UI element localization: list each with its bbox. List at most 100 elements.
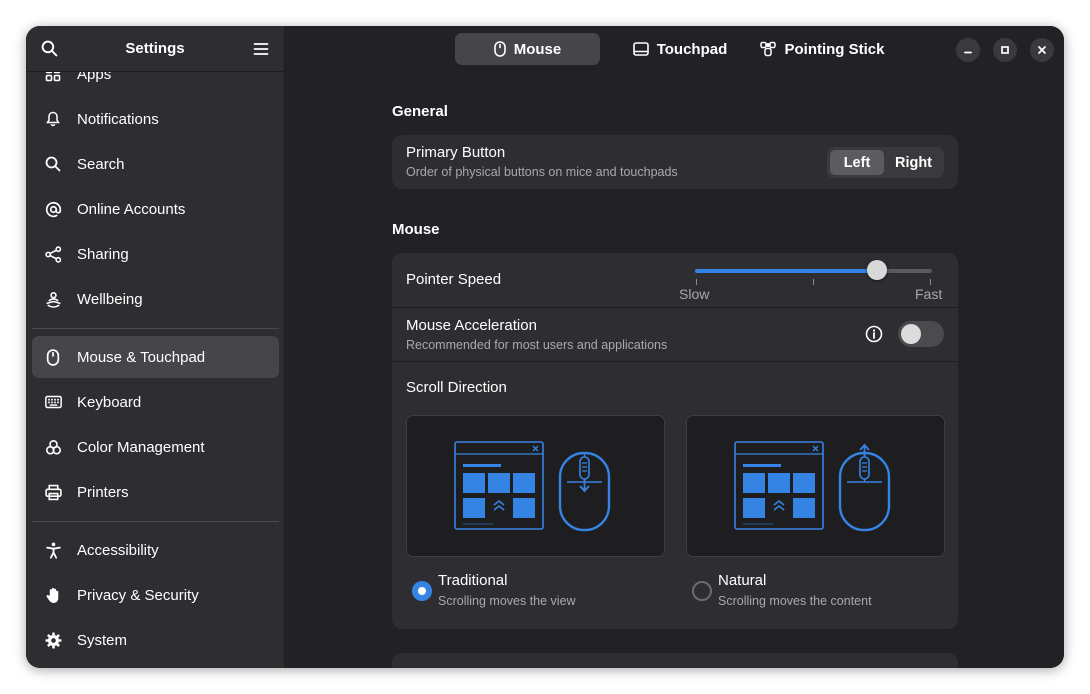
mouse-acceleration-subtitle: Recommended for most users and applicati… xyxy=(406,338,668,352)
at-icon xyxy=(44,200,62,218)
sidebar-divider xyxy=(32,521,279,522)
sidebar-header: Settings xyxy=(26,26,284,72)
keyboard-icon xyxy=(44,393,62,411)
pointer-speed-title: Pointer Speed xyxy=(406,271,502,288)
accessibility-icon xyxy=(44,541,62,559)
sidebar-item-wellbeing[interactable]: Wellbeing xyxy=(32,278,279,320)
wellbeing-icon xyxy=(44,290,62,308)
sidebar-item-label: Mouse & Touchpad xyxy=(77,348,206,366)
primary-button-toggle-group: Left Right xyxy=(827,147,944,178)
maximize-icon xyxy=(1001,46,1009,54)
sidebar-title: Settings xyxy=(125,40,185,57)
mouse-card: Pointer Speed Slow Fast Mouse Accelerati… xyxy=(392,253,958,629)
sidebar-item-label: Notifications xyxy=(77,110,159,128)
scroll-direction-title: Scroll Direction xyxy=(406,379,507,396)
search-icon xyxy=(44,155,62,173)
search-icon xyxy=(41,40,57,57)
printer-icon xyxy=(44,483,62,501)
sidebar: Apps Notifications Search Online Account… xyxy=(26,26,285,668)
sidebar-item-label: Search xyxy=(77,155,125,173)
natural-label: Natural xyxy=(718,572,767,589)
sidebar-item-label: Color Management xyxy=(77,438,205,456)
tab-mouse[interactable]: Mouse xyxy=(455,33,600,65)
tab-label: Mouse xyxy=(513,40,562,58)
pointer-speed-handle[interactable] xyxy=(867,260,888,280)
sidebar-item-sharing[interactable]: Sharing xyxy=(32,233,279,275)
tab-label: Touchpad xyxy=(656,40,728,58)
sidebar-list[interactable]: Apps Notifications Search Online Account… xyxy=(26,72,284,668)
sidebar-item-label: Sharing xyxy=(77,245,129,263)
natural-subtitle: Scrolling moves the content xyxy=(718,594,872,608)
switch-knob xyxy=(901,324,921,344)
maximize-button[interactable] xyxy=(993,38,1017,62)
sidebar-item-label: Printers xyxy=(77,483,129,501)
sidebar-item-printers[interactable]: Printers xyxy=(32,471,279,513)
sidebar-item-system[interactable]: System xyxy=(32,619,279,661)
sidebar-item-color-management[interactable]: Color Management xyxy=(32,426,279,468)
mouse-icon xyxy=(493,41,506,57)
section-title-general: General xyxy=(392,103,448,120)
hand-icon xyxy=(44,586,62,604)
sidebar-item-label: Wellbeing xyxy=(77,290,143,308)
minimize-button[interactable] xyxy=(956,38,980,62)
natural-radio[interactable] xyxy=(692,581,712,601)
slider-tick xyxy=(696,279,697,285)
sidebar-item-label: Online Accounts xyxy=(77,200,186,218)
gear-icon xyxy=(44,631,62,649)
sidebar-item-label: Privacy & Security xyxy=(77,586,199,604)
natural-scroll-illustration xyxy=(734,441,891,532)
sidebar-item-accessibility[interactable]: Accessibility xyxy=(32,529,279,571)
mouse-icon xyxy=(44,348,62,366)
apps-icon xyxy=(44,72,62,83)
slider-max-label: Fast xyxy=(915,286,943,302)
info-icon[interactable] xyxy=(865,325,883,348)
pointing-stick-icon xyxy=(760,41,777,57)
sidebar-item-apps[interactable]: Apps xyxy=(32,72,279,95)
sidebar-item-label: Keyboard xyxy=(77,393,142,411)
primary-button-right[interactable]: Right xyxy=(886,150,941,175)
sidebar-item-label: Accessibility xyxy=(77,541,159,559)
traditional-subtitle: Scrolling moves the view xyxy=(438,594,576,608)
tab-pointing-stick[interactable]: Pointing Stick xyxy=(755,33,890,65)
touchpad-icon xyxy=(632,42,649,56)
color-icon xyxy=(44,438,62,456)
sidebar-item-mouse-touchpad[interactable]: Mouse & Touchpad xyxy=(32,336,279,378)
traditional-label: Traditional xyxy=(438,572,508,589)
minimize-icon xyxy=(964,51,972,54)
natural-scroll-preview[interactable] xyxy=(686,415,945,557)
general-card: Primary Button Order of physical buttons… xyxy=(392,135,958,189)
pointer-speed-slider[interactable] xyxy=(695,269,932,273)
slider-fill xyxy=(695,269,878,273)
sidebar-item-label: Apps xyxy=(77,72,112,83)
slider-tick xyxy=(930,279,931,285)
close-icon xyxy=(1038,46,1046,54)
share-icon xyxy=(44,245,62,263)
primary-button-subtitle: Order of physical buttons on mice and to… xyxy=(406,165,678,179)
slider-tick xyxy=(813,279,814,285)
sidebar-item-online-accounts[interactable]: Online Accounts xyxy=(32,188,279,230)
sidebar-item-keyboard[interactable]: Keyboard xyxy=(32,381,279,423)
sidebar-item-notifications[interactable]: Notifications xyxy=(32,98,279,140)
primary-button-title: Primary Button xyxy=(406,144,506,161)
view-switcher: Mouse Touchpad Pointing Stick xyxy=(285,26,1064,72)
section-title-mouse: Mouse xyxy=(392,221,440,238)
close-button[interactable] xyxy=(1030,38,1054,62)
traditional-scroll-preview[interactable] xyxy=(406,415,665,557)
primary-button-left[interactable]: Left xyxy=(830,150,884,175)
mouse-acceleration-title: Mouse Acceleration xyxy=(406,317,537,334)
search-button[interactable] xyxy=(38,38,60,60)
sidebar-item-label: System xyxy=(77,631,128,649)
sidebar-item-privacy-security[interactable]: Privacy & Security xyxy=(32,574,279,616)
traditional-radio[interactable] xyxy=(412,581,432,601)
row-divider xyxy=(392,361,958,362)
sidebar-divider xyxy=(32,328,279,329)
main-panel: Mouse Touchpad Pointing Stick General Pr… xyxy=(285,26,1064,668)
tab-touchpad[interactable]: Touchpad xyxy=(615,33,745,65)
mouse-acceleration-switch[interactable] xyxy=(898,321,944,347)
main-menu-button[interactable] xyxy=(250,38,272,60)
traditional-scroll-illustration xyxy=(454,441,611,532)
sidebar-item-search[interactable]: Search xyxy=(32,143,279,185)
tab-label: Pointing Stick xyxy=(784,40,885,58)
hamburger-menu-icon xyxy=(253,42,269,55)
slider-min-label: Slow xyxy=(679,286,710,302)
